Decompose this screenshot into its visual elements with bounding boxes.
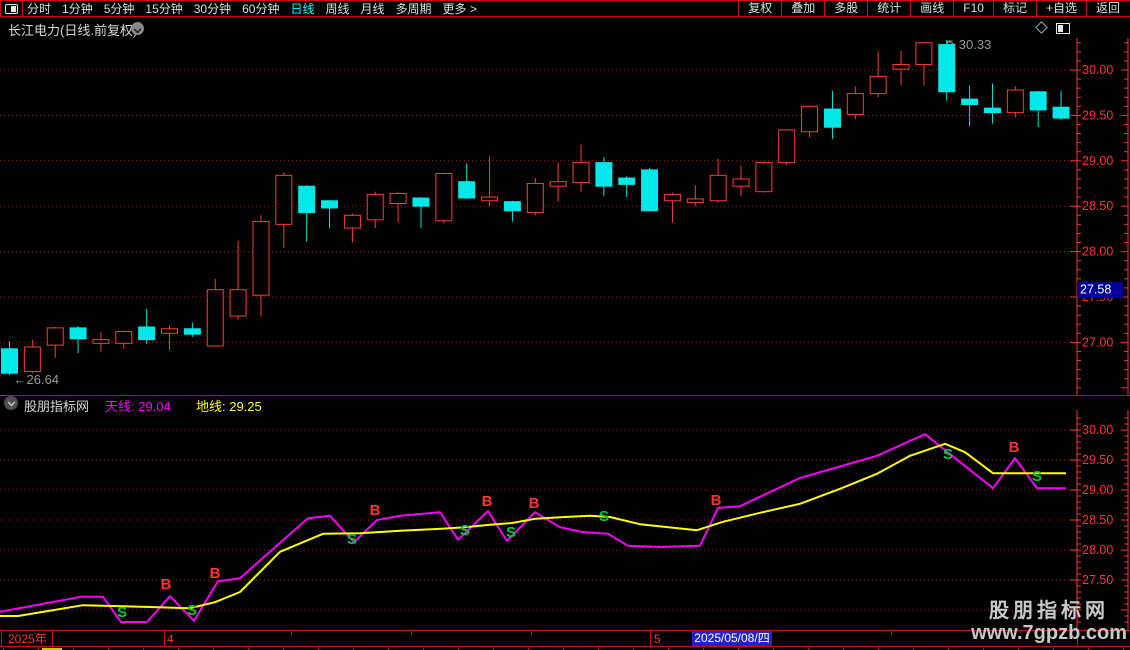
menu-item-1[interactable]: 叠加 xyxy=(781,1,824,16)
sell-signal-label: S xyxy=(599,508,609,525)
date-divider xyxy=(1077,631,1078,646)
sell-signal-label: S xyxy=(1032,468,1042,485)
date-label: 2025年 xyxy=(8,632,47,646)
week-tick xyxy=(531,631,532,635)
svg-text:27.00: 27.00 xyxy=(1082,335,1113,349)
date-divider xyxy=(164,631,165,646)
date-axis[interactable]: 2025年 4 5 2025/05/08/四 xyxy=(0,630,1130,647)
period-tab-1[interactable]: 1分钟 xyxy=(62,0,93,17)
period-tab-3[interactable]: 15分钟 xyxy=(145,0,182,17)
period-tab-2[interactable]: 5分钟 xyxy=(104,0,135,17)
indicator-header: 股朋指标网 天线: 29.04 地线: 29.25 xyxy=(0,396,1130,414)
candlestick-chart[interactable]: 30.0029.5029.0028.5028.0027.5027.00←26.6… xyxy=(0,38,1130,395)
sell-signal-label: S xyxy=(506,524,516,541)
menu-item-3[interactable]: 统计 xyxy=(867,1,910,16)
date-divider xyxy=(1,631,2,646)
svg-text:28.00: 28.00 xyxy=(1082,543,1113,557)
selected-date-cell: 2025/05/08/四 xyxy=(692,631,772,646)
menu-item-5[interactable]: F10 xyxy=(953,1,993,16)
diamond-icon[interactable] xyxy=(1035,21,1048,34)
buy-signal-label: B xyxy=(161,576,172,593)
indicator-chart[interactable]: 30.0029.5029.0028.5028.0027.50BBBB B BBS SS… xyxy=(0,410,1130,630)
period-tab-4[interactable]: 30分钟 xyxy=(194,0,231,17)
menu-item-8[interactable]: 返回 xyxy=(1085,1,1129,16)
split-square-icon[interactable] xyxy=(1056,23,1070,34)
svg-text:29.00: 29.00 xyxy=(1082,483,1113,497)
period-tab-8[interactable]: 月线 xyxy=(361,0,385,17)
week-tick xyxy=(291,631,292,635)
date-label: 5 xyxy=(654,632,661,646)
high-price-annotation: 30.33 xyxy=(959,38,992,52)
period-tabs: 分时 1分钟 5分钟 15分钟 30分钟 60分钟 日线 周线 月线 多周期 更多 > xyxy=(27,1,488,16)
chart-titlebar: 长江电力(日线.前复权) xyxy=(0,17,1130,38)
date-label: 4 xyxy=(167,632,174,646)
buy-signal-label: B xyxy=(1009,439,1020,456)
trading-app-window: 分时 1分钟 5分钟 15分钟 30分钟 60分钟 日线 周线 月线 多周期 更多 > 复权 叠加 多股… xyxy=(0,0,1130,650)
svg-text:28.50: 28.50 xyxy=(1082,199,1113,213)
sell-signal-label: S xyxy=(117,604,127,621)
period-toolbar: 分时 1分钟 5分钟 15分钟 30分钟 60分钟 日线 周线 月线 多周期 更多 > 复权 叠加 多股… xyxy=(0,0,1130,17)
svg-text:28.00: 28.00 xyxy=(1082,245,1113,259)
period-tab-5[interactable]: 60分钟 xyxy=(242,0,279,17)
svg-text:30.00: 30.00 xyxy=(1082,63,1113,77)
indicator-line-sky xyxy=(0,433,1066,623)
week-tick xyxy=(411,631,412,635)
chart-title: 长江电力(日线.前复权) xyxy=(8,23,138,38)
buy-signal-label: B xyxy=(210,565,221,582)
menu-item-4[interactable]: 画线 xyxy=(910,1,953,16)
period-tab-7[interactable]: 周线 xyxy=(325,0,349,17)
sell-signal-label: S xyxy=(347,531,357,548)
menu-item-2[interactable]: 多股 xyxy=(824,1,867,16)
svg-text:27.58: 27.58 xyxy=(1080,283,1111,297)
sell-signal-label: S xyxy=(460,522,470,539)
function-menu: 复权 叠加 多股 统计 画线 F10 标记 +自选 返回 xyxy=(738,1,1129,16)
week-tick xyxy=(891,631,892,635)
date-divider xyxy=(52,631,53,646)
period-tab-9[interactable]: 多周期 xyxy=(396,0,432,17)
buy-signal-label: B xyxy=(529,495,540,512)
period-tab-10[interactable]: 更多 > xyxy=(443,0,477,17)
sell-signal-label: S xyxy=(943,446,953,463)
menu-item-0[interactable]: 复权 xyxy=(738,1,781,16)
period-tab-6[interactable]: 日线 xyxy=(290,0,314,17)
svg-text:29.50: 29.50 xyxy=(1082,108,1113,122)
sell-signal-label: S xyxy=(187,602,197,619)
collapse-circle-icon[interactable] xyxy=(4,396,18,410)
menu-item-6[interactable]: 标记 xyxy=(992,1,1036,16)
low-price-annotation: ←26.64 xyxy=(14,372,60,387)
chevron-down-circle-icon[interactable] xyxy=(131,22,144,35)
menu-item-7[interactable]: +自选 xyxy=(1035,1,1086,16)
layout-toggle-icon[interactable] xyxy=(0,1,23,16)
date-divider xyxy=(650,631,651,646)
buy-signal-label: B xyxy=(482,493,493,510)
svg-text:29.50: 29.50 xyxy=(1082,453,1113,467)
svg-text:27.50: 27.50 xyxy=(1082,573,1113,587)
split-view-icon xyxy=(5,3,18,14)
svg-text:29.00: 29.00 xyxy=(1082,154,1113,168)
svg-text:28.50: 28.50 xyxy=(1082,513,1113,527)
candles-layer xyxy=(1,40,1070,376)
week-tick xyxy=(1011,631,1012,635)
buy-signal-label: B xyxy=(711,492,722,509)
buy-signal-label: B xyxy=(370,502,381,519)
period-tab-0[interactable]: 分时 xyxy=(27,0,51,17)
svg-text:30.00: 30.00 xyxy=(1082,423,1113,437)
